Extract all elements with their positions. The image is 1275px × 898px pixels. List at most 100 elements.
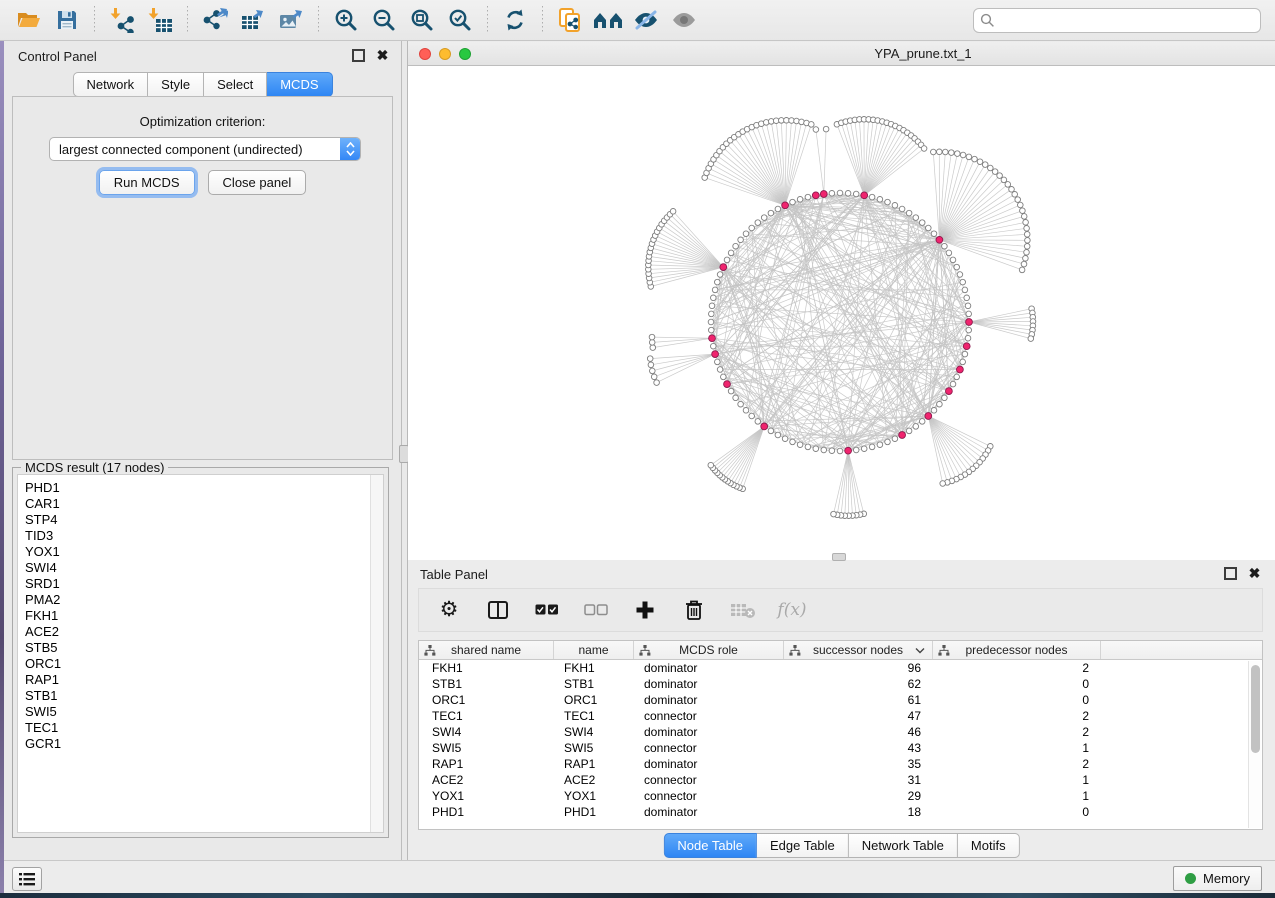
ring-node[interactable] [775,206,781,212]
close-panel-button[interactable]: ✖ [376,49,389,62]
ring-node[interactable] [919,220,925,226]
ring-node[interactable] [711,295,717,301]
satellite-node[interactable] [1025,238,1031,244]
zoom-in-button[interactable] [329,4,363,36]
ring-node[interactable] [942,395,948,401]
ring-node[interactable] [931,231,937,237]
ring-node[interactable] [877,197,883,203]
satellite-node[interactable] [940,481,946,487]
mcds-node[interactable] [720,264,727,271]
satellite-node[interactable] [982,162,988,168]
open-file-button[interactable] [12,4,46,36]
ring-node[interactable] [962,287,968,293]
column-header-predecessor-nodes[interactable]: predecessor nodes [933,641,1101,659]
network-canvas[interactable] [408,66,1275,560]
run-mcds-button[interactable]: Run MCDS [99,170,195,195]
ring-node[interactable] [821,447,827,453]
ring-node[interactable] [743,408,749,414]
satellite-node[interactable] [1021,214,1027,220]
satellite-node[interactable] [809,122,815,128]
ring-node[interactable] [709,327,715,333]
show-all-button[interactable] [667,4,701,36]
ring-node[interactable] [733,243,739,249]
satellite-node[interactable] [648,362,654,368]
ring-node[interactable] [749,413,755,419]
delete-column-button[interactable] [681,597,707,623]
mcds-node-item[interactable]: STB5 [18,640,383,656]
list-scrollbar[interactable] [370,475,383,832]
ring-node[interactable] [728,250,734,256]
select-all-button[interactable] [534,597,560,623]
ring-node[interactable] [733,395,739,401]
ring-node[interactable] [761,215,767,221]
mcds-node[interactable] [845,447,852,454]
satellite-node[interactable] [977,159,983,165]
mcds-node-item[interactable]: PMA2 [18,592,383,608]
apply-preferred-layout-button[interactable] [498,4,532,36]
mcds-node-item[interactable]: TEC1 [18,720,383,736]
import-table-button[interactable] [143,4,177,36]
ring-node[interactable] [715,359,721,365]
table-row[interactable]: FKH1FKH1dominator962 [419,660,1262,676]
column-header-name[interactable]: name [554,641,634,659]
satellite-node[interactable] [654,380,660,386]
ring-node[interactable] [954,264,960,270]
ring-node[interactable] [853,447,859,453]
ring-node[interactable] [709,303,715,309]
mcds-node[interactable] [709,335,716,342]
import-network-button[interactable] [105,4,139,36]
satellite-node[interactable] [1015,197,1021,203]
table-row[interactable]: STB1STB1dominator620 [419,676,1262,692]
ring-node[interactable] [861,446,867,452]
zoom-out-button[interactable] [367,4,401,36]
satellite-node[interactable] [1024,226,1030,232]
ring-node[interactable] [869,444,875,450]
satellite-node[interactable] [649,334,655,340]
ring-node[interactable] [950,381,956,387]
table-row[interactable]: YOX1YOX1connector291 [419,788,1262,804]
mcds-node-item[interactable]: YOX1 [18,544,383,560]
minimize-window-icon[interactable] [439,48,451,60]
satellite-node[interactable] [823,126,829,132]
ring-node[interactable] [755,220,761,226]
ring-node[interactable] [715,279,721,285]
ring-node[interactable] [899,206,905,212]
ring-node[interactable] [906,428,912,434]
float-panel-button[interactable] [352,49,365,62]
table-row[interactable]: SWI4SWI4dominator462 [419,724,1262,740]
satellite-node[interactable] [1021,261,1027,267]
status-list-button[interactable] [12,867,42,891]
memory-button[interactable]: Memory [1173,866,1262,891]
ring-node[interactable] [957,272,963,278]
mcds-node-item[interactable]: RAP1 [18,672,383,688]
satellite-node[interactable] [1012,192,1018,198]
mcds-node-item[interactable]: GCR1 [18,736,383,752]
function-builder-button[interactable]: f(x) [779,597,805,623]
mcds-node[interactable] [966,319,973,326]
mcds-node[interactable] [946,388,953,395]
ring-node[interactable] [942,243,948,249]
mcds-node[interactable] [782,202,789,209]
ring-node[interactable] [717,272,723,278]
hide-selected-button[interactable] [629,4,663,36]
satellite-node[interactable] [937,149,943,155]
satellite-node[interactable] [708,462,714,468]
ring-node[interactable] [845,191,851,197]
mcds-node-item[interactable]: ACE2 [18,624,383,640]
export-network-button[interactable] [198,4,232,36]
ring-node[interactable] [853,191,859,197]
tab-mcds[interactable]: MCDS [267,72,332,97]
ring-node[interactable] [790,439,796,445]
export-image-button[interactable] [274,4,308,36]
mcds-node[interactable] [899,432,906,439]
satellite-node[interactable] [1023,220,1029,226]
satellite-node[interactable] [670,209,676,215]
satellite-node[interactable] [966,154,972,160]
ring-node[interactable] [717,367,723,373]
ring-node[interactable] [749,225,755,231]
ring-node[interactable] [728,388,734,394]
mcds-node[interactable] [936,236,943,243]
show-column-button[interactable] [485,597,511,623]
satellite-node[interactable] [649,340,655,346]
column-header-successor-nodes[interactable]: successor nodes [784,641,933,659]
